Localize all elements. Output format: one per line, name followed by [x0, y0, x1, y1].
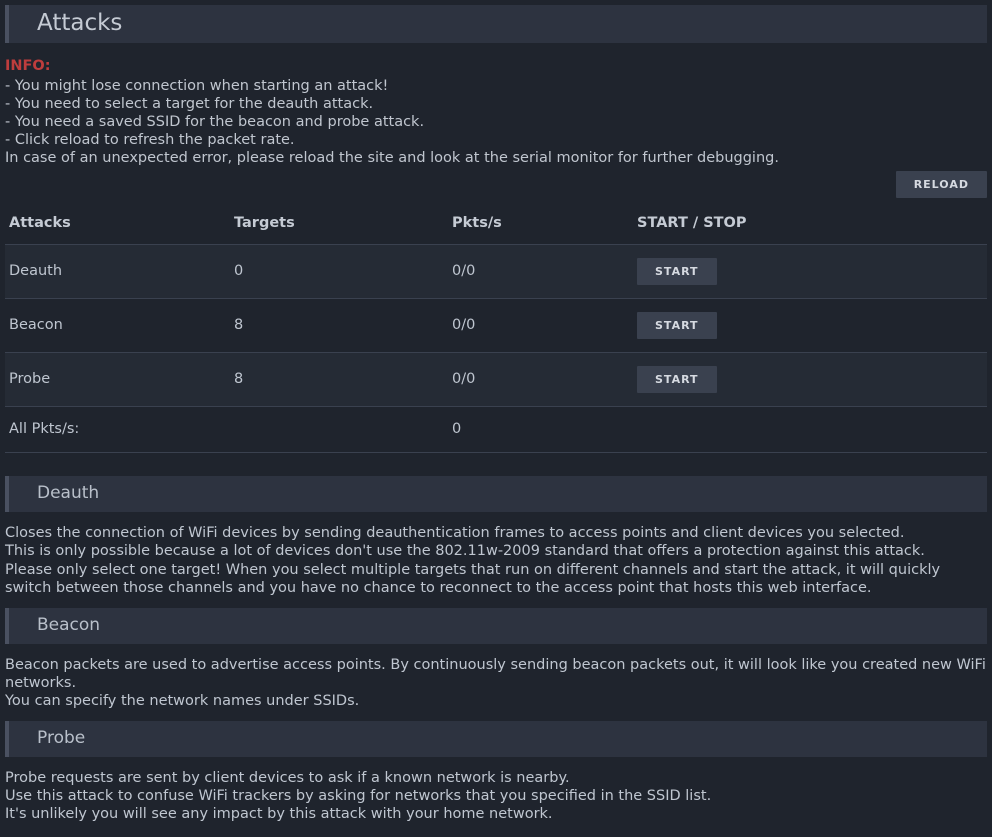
page-title: Attacks: [37, 8, 987, 39]
all-pkts-value: 0: [448, 406, 633, 453]
section-body-beacon: Beacon packets are used to advertise acc…: [0, 644, 992, 716]
table-row: Deauth 0 0/0 START: [5, 244, 987, 298]
table-row: Probe 8 0/0 START: [5, 352, 987, 406]
reload-button[interactable]: RELOAD: [896, 171, 987, 198]
section-header-beacon: Beacon: [5, 608, 987, 644]
info-label: INFO:: [5, 58, 51, 74]
table-row: Beacon 8 0/0 START: [5, 298, 987, 352]
section-body-probe: Probe requests are sent by client device…: [0, 757, 992, 829]
attack-pkts: 0/0: [448, 298, 633, 352]
start-button-beacon[interactable]: START: [637, 312, 717, 339]
section-title: Beacon: [37, 611, 987, 640]
col-header-pkts: Pkts/s: [448, 206, 633, 244]
table-row-footer: All Pkts/s: 0: [5, 406, 987, 453]
start-button-probe[interactable]: START: [637, 366, 717, 393]
page-header: Attacks: [5, 5, 987, 43]
info-line: In case of an unexpected error, please r…: [5, 149, 987, 167]
start-button-deauth[interactable]: START: [637, 258, 717, 285]
attack-name: Deauth: [5, 244, 230, 298]
attack-targets: 8: [230, 352, 448, 406]
attack-name: Probe: [5, 352, 230, 406]
attack-pkts: 0/0: [448, 244, 633, 298]
info-line: - Click reload to refresh the packet rat…: [5, 131, 987, 149]
section-title: Deauth: [37, 479, 987, 508]
info-block: INFO: - You might lose connection when s…: [0, 43, 992, 171]
section-title: Probe: [37, 724, 987, 753]
attack-targets: 8: [230, 298, 448, 352]
col-header-targets: Targets: [230, 206, 448, 244]
attack-targets: 0: [230, 244, 448, 298]
section-header-deauth: Deauth: [5, 476, 987, 512]
attacks-table: Attacks Targets Pkts/s START / STOP Deau…: [5, 206, 987, 453]
attack-pkts: 0/0: [448, 352, 633, 406]
attack-name: Beacon: [5, 298, 230, 352]
col-header-action: START / STOP: [633, 206, 987, 244]
info-line: - You need to select a target for the de…: [5, 95, 987, 113]
section-body-deauth: Closes the connection of WiFi devices by…: [0, 512, 992, 603]
all-pkts-label: All Pkts/s:: [5, 406, 230, 453]
info-line: - You need a saved SSID for the beacon a…: [5, 113, 987, 131]
col-header-attacks: Attacks: [5, 206, 230, 244]
info-line: - You might lose connection when startin…: [5, 77, 987, 95]
section-header-probe: Probe: [5, 721, 987, 757]
